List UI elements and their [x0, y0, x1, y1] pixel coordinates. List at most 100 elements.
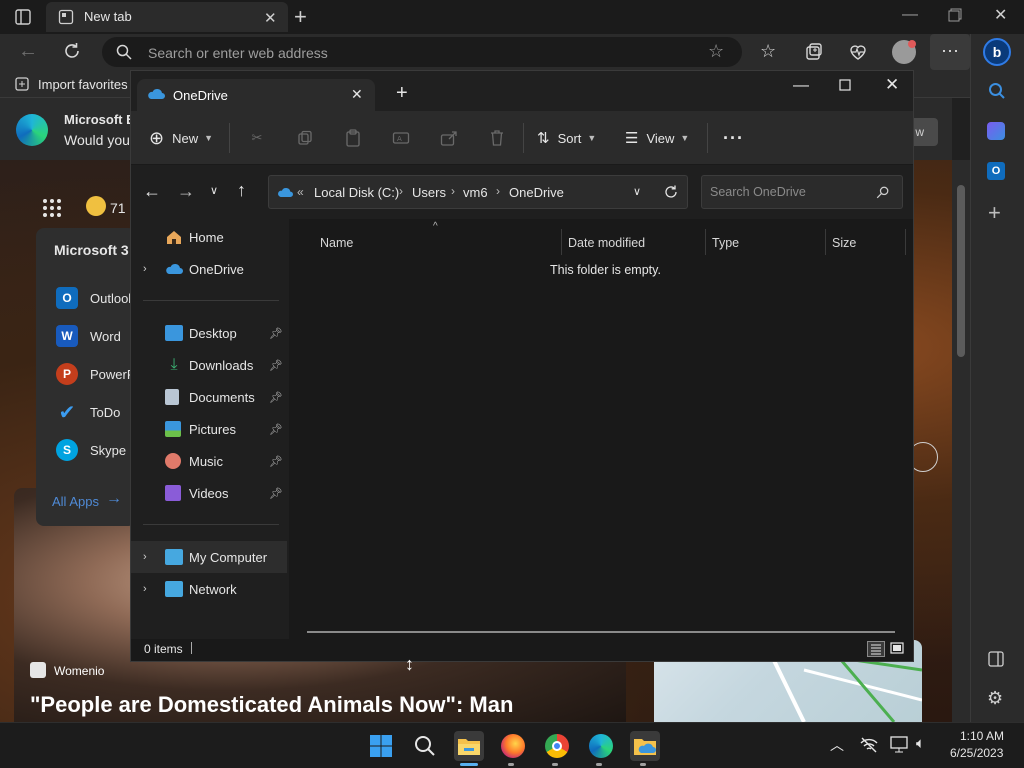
volume-icon[interactable]: 🔈︎	[916, 735, 925, 752]
sidebar-search-icon[interactable]	[988, 82, 1006, 100]
nav-desktop[interactable]: Desktop 📌︎	[131, 317, 287, 349]
sidebar-settings-icon[interactable]: ⚙	[987, 688, 1003, 709]
nav-documents[interactable]: Documents 📌︎	[131, 381, 287, 413]
favorite-star-icon[interactable]: ☆	[708, 41, 724, 62]
sort-button[interactable]: ⇅ Sort ▼	[537, 123, 596, 153]
column-divider[interactable]	[825, 229, 826, 255]
edge-taskbar-icon[interactable]	[586, 731, 616, 761]
app-skype[interactable]: S Skype	[36, 436, 126, 464]
close-browser-icon[interactable]: ✕	[994, 5, 1007, 25]
display-status-icon[interactable]	[890, 736, 910, 754]
nav-onedrive[interactable]: › OneDrive	[131, 253, 287, 285]
favorites-icon[interactable]: ☆	[760, 41, 776, 62]
back-arrow-icon[interactable]: ←	[18, 40, 38, 63]
address-history-chevron-icon[interactable]: ∨	[633, 185, 641, 198]
expand-chevron-icon[interactable]: ›	[143, 551, 147, 563]
app-powerpoint[interactable]: P PowerP	[36, 360, 136, 388]
large-icons-view-icon[interactable]	[889, 641, 907, 657]
pin-icon[interactable]: 📌︎	[269, 359, 283, 372]
sidebar-copilot-icon[interactable]	[987, 122, 1005, 140]
column-header-date-modified[interactable]: Date modified	[568, 231, 645, 255]
column-header-name[interactable]: Name	[320, 231, 353, 255]
breadcrumb-vm6[interactable]: vm6	[463, 185, 488, 200]
back-arrow-icon[interactable]: ←	[143, 181, 161, 202]
delete-icon[interactable]	[485, 126, 509, 150]
page-scrollbar-thumb[interactable]	[957, 185, 965, 357]
nav-my-computer[interactable]: › My Computer	[131, 541, 287, 573]
bing-chat-icon[interactable]: b	[983, 38, 1011, 66]
sidebar-add-icon[interactable]: +	[988, 200, 1001, 226]
show-hidden-icons-chevron-icon[interactable]: ︿	[830, 735, 844, 755]
collections-icon[interactable]	[804, 42, 824, 62]
breadcrumb-onedrive[interactable]: OneDrive	[509, 185, 564, 200]
sidebar-outlook-icon[interactable]: O	[987, 162, 1005, 180]
breadcrumb-users[interactable]: Users	[412, 185, 446, 200]
all-apps-link[interactable]: All Apps	[52, 494, 99, 509]
pin-icon[interactable]: 📌︎	[269, 487, 283, 500]
profile-avatar[interactable]	[892, 40, 916, 64]
nav-home[interactable]: Home	[131, 221, 287, 253]
explorer-search-box[interactable]: Search OneDrive	[701, 175, 903, 209]
app-todo[interactable]: ✔ ToDo	[36, 398, 121, 426]
refresh-icon[interactable]	[663, 184, 679, 200]
column-header-size[interactable]: Size	[832, 231, 856, 255]
taskbar-search-icon[interactable]	[410, 731, 440, 761]
more-options-icon[interactable]: ···	[723, 123, 744, 153]
minimize-browser-icon[interactable]: —	[902, 6, 918, 24]
pin-icon[interactable]: 📌︎	[269, 327, 283, 340]
recent-locations-chevron-icon[interactable]: ∨	[210, 184, 218, 197]
column-divider[interactable]	[561, 229, 562, 255]
paste-icon[interactable]	[341, 126, 365, 150]
browser-tab-newtab[interactable]: New tab ✕	[46, 2, 288, 32]
forward-arrow-icon[interactable]: →	[177, 181, 195, 202]
rename-icon[interactable]: A	[389, 126, 413, 150]
cut-icon[interactable]: ✂	[245, 126, 269, 150]
pin-icon[interactable]: 📌︎	[269, 391, 283, 404]
copy-icon[interactable]	[293, 126, 317, 150]
breadcrumb-separator-icon[interactable]: ›	[496, 184, 500, 198]
share-icon[interactable]	[437, 126, 461, 150]
breadcrumb-separator-icon[interactable]: ›	[451, 184, 455, 198]
up-arrow-icon[interactable]: ↑	[237, 180, 246, 201]
overflow-chevron-icon[interactable]: «	[297, 185, 304, 199]
minimize-explorer-icon[interactable]: —	[793, 77, 809, 95]
settings-more-icon[interactable]: ···	[930, 34, 970, 70]
expand-chevron-icon[interactable]: ›	[143, 583, 147, 595]
news-headline[interactable]: "People are Domesticated Animals Now": M…	[30, 692, 513, 718]
explorer-tab-onedrive[interactable]: OneDrive ✕	[137, 79, 375, 111]
details-view-icon[interactable]	[867, 641, 885, 657]
app-outlook[interactable]: O Outlook	[36, 284, 135, 312]
start-windows-icon[interactable]	[366, 731, 396, 761]
restore-browser-icon[interactable]	[948, 8, 962, 22]
chrome-icon[interactable]	[542, 731, 572, 761]
nav-videos[interactable]: Videos 📌︎	[131, 477, 287, 509]
app-launcher-icon[interactable]	[42, 198, 62, 218]
nav-network[interactable]: › Network	[131, 573, 287, 605]
column-header-type[interactable]: Type	[712, 231, 739, 255]
app-word[interactable]: W Word	[36, 322, 121, 350]
tab-actions-icon[interactable]	[14, 8, 32, 26]
new-explorer-tab-icon[interactable]: +	[396, 82, 408, 105]
maximize-explorer-icon[interactable]	[839, 79, 851, 91]
network-status-icon[interactable]	[860, 737, 878, 753]
new-button[interactable]: ⊕ New ▼	[149, 123, 213, 153]
close-tab-icon[interactable]: ✕	[264, 9, 277, 27]
sidebar-toggle-icon[interactable]	[987, 650, 1005, 668]
nav-music[interactable]: Music 📌︎	[131, 445, 287, 477]
column-divider[interactable]	[705, 229, 706, 255]
view-button[interactable]: ☰ View ▼	[625, 123, 689, 153]
close-explorer-icon[interactable]: ✕	[885, 75, 899, 95]
refresh-icon[interactable]	[62, 41, 82, 61]
clock-date[interactable]: 6/25/2023	[950, 746, 1003, 760]
new-tab-plus-icon[interactable]: +	[294, 4, 307, 30]
column-divider[interactable]	[905, 229, 906, 255]
address-bar[interactable]: Search or enter web address ☆	[102, 37, 742, 67]
expand-chevron-icon[interactable]: ›	[143, 263, 147, 275]
onedrive-folder-taskbar-icon[interactable]	[630, 731, 660, 761]
pin-icon[interactable]: 📌︎	[269, 455, 283, 468]
pin-icon[interactable]: 📌︎	[269, 423, 283, 436]
clock-time[interactable]: 1:10 AM	[960, 729, 1004, 743]
nav-pictures[interactable]: Pictures 📌︎	[131, 413, 287, 445]
nav-downloads[interactable]: ⤓ Downloads 📌︎	[131, 349, 287, 381]
explorer-address-bar[interactable]: « Local Disk (C:) › Users › vm6 › OneDri…	[268, 175, 688, 209]
